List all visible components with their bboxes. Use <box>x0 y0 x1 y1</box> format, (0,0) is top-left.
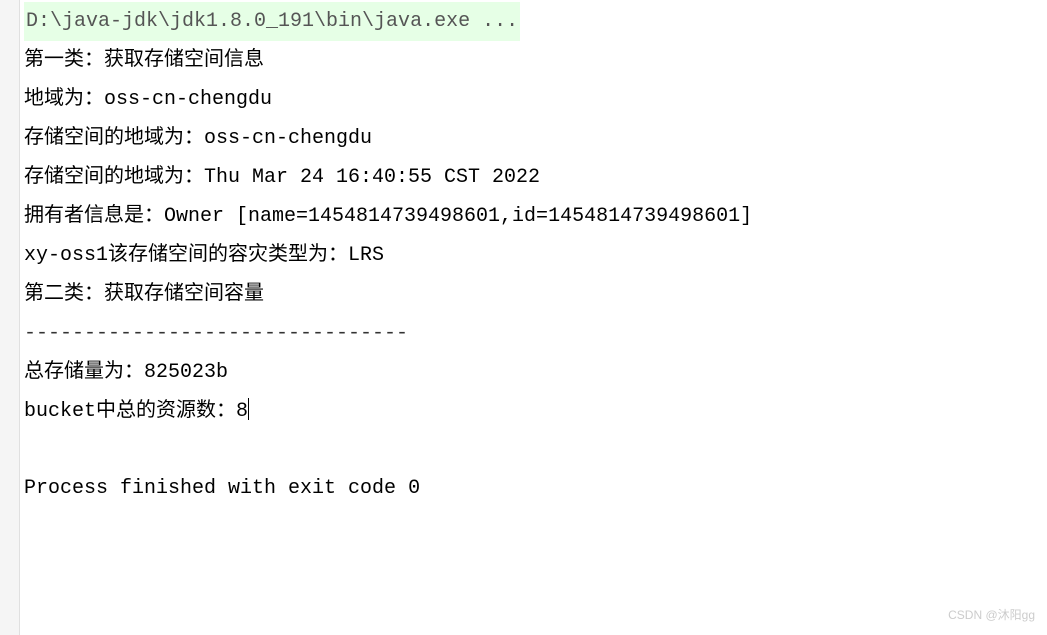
redundancy-line: xy-oss1该存储空间的容灾类型为：LRS <box>24 236 1047 275</box>
gutter <box>0 0 20 635</box>
redundancy-label: 该存储空间的容灾类型为： <box>108 244 348 267</box>
resource-line: bucket中总的资源数：8 <box>24 392 1047 431</box>
redundancy-value: LRS <box>348 244 384 267</box>
bucket-region-label: 存储空间的地域为： <box>24 127 204 150</box>
owner-line: 拥有者信息是：Owner [name=1454814739498601,id=1… <box>24 197 1047 236</box>
command-line: D:\java-jdk\jdk1.8.0_191\bin\java.exe ..… <box>24 2 1047 41</box>
exit-message: Process finished with exit code 0 <box>24 469 1047 508</box>
storage-line: 总存储量为：825023b <box>24 353 1047 392</box>
console-output: D:\java-jdk\jdk1.8.0_191\bin\java.exe ..… <box>0 0 1047 508</box>
java-command: D:\java-jdk\jdk1.8.0_191\bin\java.exe ..… <box>24 2 520 41</box>
owner-value: Owner [name=1454814739498601,id=14548147… <box>164 205 752 228</box>
bucket-region-line: 存储空间的地域为：oss-cn-chengdu <box>24 119 1047 158</box>
creation-date-label: 存储空间的地域为： <box>24 166 204 189</box>
text-cursor <box>248 398 249 420</box>
creation-date-value: Thu Mar 24 16:40:55 CST 2022 <box>204 166 540 189</box>
bucket-name: xy-oss1 <box>24 244 108 267</box>
region-value: oss-cn-chengdu <box>104 88 272 111</box>
resource-label: bucket中总的资源数： <box>24 400 236 423</box>
region-line: 地域为：oss-cn-chengdu <box>24 80 1047 119</box>
owner-label: 拥有者信息是： <box>24 205 164 228</box>
separator-line: -------------------------------- <box>24 314 1047 353</box>
creation-date-line: 存储空间的地域为：Thu Mar 24 16:40:55 CST 2022 <box>24 158 1047 197</box>
section2-title: 第二类：获取存储空间容量 <box>24 275 1047 314</box>
region-label: 地域为： <box>24 88 104 111</box>
storage-value: 825023b <box>144 361 228 384</box>
resource-count: 8 <box>236 400 248 423</box>
section1-title: 第一类：获取存储空间信息 <box>24 41 1047 80</box>
watermark: CSDN @沐阳gg <box>948 604 1035 627</box>
storage-label: 总存储量为： <box>24 361 144 384</box>
bucket-region-value: oss-cn-chengdu <box>204 127 372 150</box>
